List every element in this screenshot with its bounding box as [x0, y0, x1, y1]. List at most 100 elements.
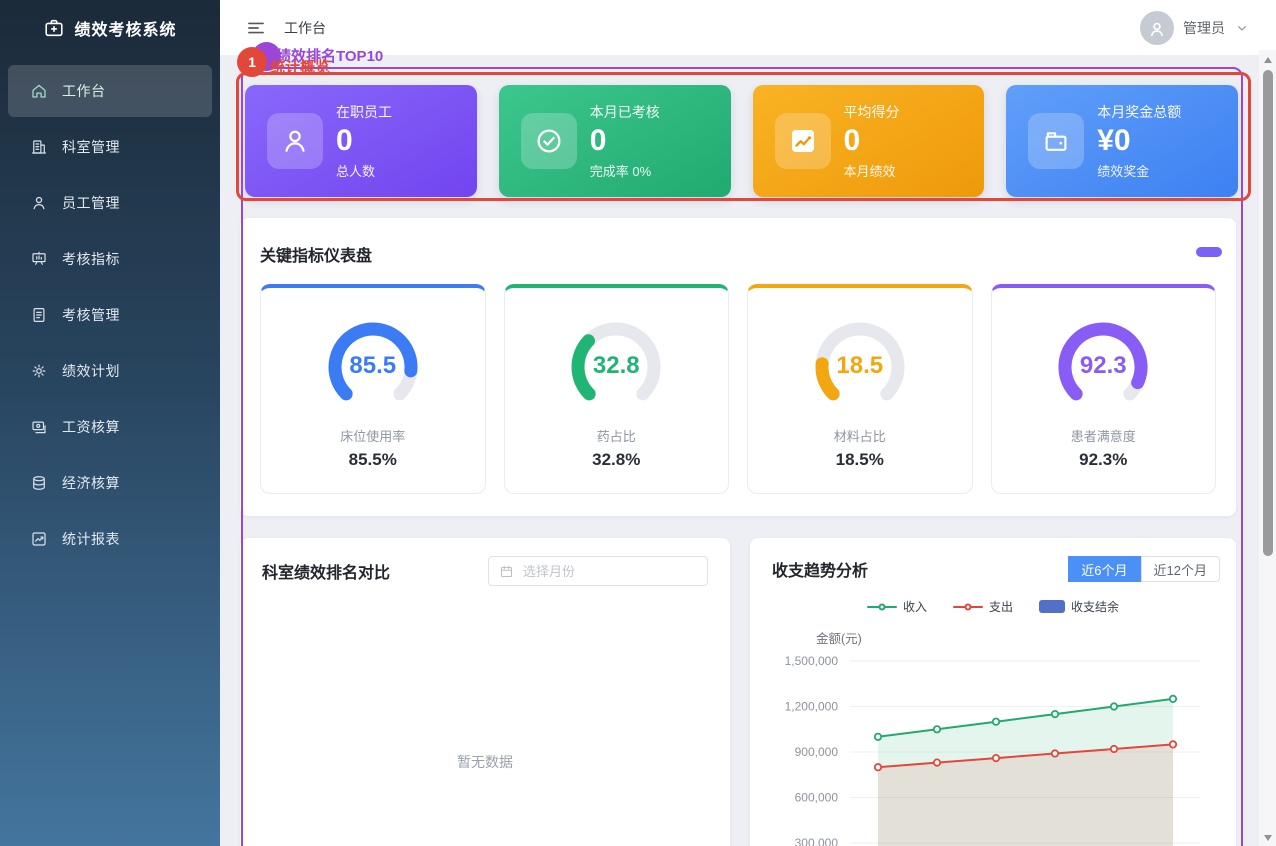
sidebar-item[interactable]: 绩效计划 [8, 345, 212, 397]
plan-icon [30, 362, 48, 380]
stat-text: 在职员工 0 总人数 [336, 102, 392, 180]
medkit-icon [43, 17, 65, 39]
stat-title: 本月奖金总额 [1097, 102, 1181, 122]
legend-label: 支出 [989, 598, 1013, 615]
scroll-down-button[interactable] [1264, 835, 1272, 841]
ranking-header: 科室绩效排名对比 [240, 538, 730, 586]
stat-text: 本月已考核 0 完成率 0% [590, 102, 660, 180]
sidebar-item[interactable]: 经济核算 [8, 457, 212, 509]
trend-panel: 收支趋势分析 近6个月近12个月 收入 支出 [750, 538, 1236, 846]
avatar [1140, 11, 1174, 45]
sidebar: 绩效考核系统 工作台 科室管理 员工管理 考核指标 考核管理 [0, 0, 220, 846]
svg-text:900,000: 900,000 [795, 745, 839, 759]
legend-label: 收入 [903, 598, 927, 615]
stat-subtitle: 完成率 0% [590, 161, 660, 180]
main-content: 在职员工 0 总人数 本月已考核 0 完成率 0% 平均得分 0 [220, 56, 1276, 846]
trend-chart: 金额(元)1,500,0001,200,000900,000600,000300… [750, 623, 1236, 846]
sidebar-item-label: 科室管理 [62, 137, 120, 157]
gauge-percent: 32.8% [592, 450, 640, 470]
trend-icon [775, 113, 831, 169]
stat-value: 0 [844, 124, 900, 159]
sidebar-item-label: 绩效计划 [62, 361, 120, 381]
ranking-panel: 科室绩效排名对比 暂无数据 [240, 538, 730, 846]
range-button[interactable]: 近6个月 [1068, 556, 1140, 582]
stat-card: 本月奖金总额 ¥0 绩效奖金 [1006, 85, 1238, 197]
gauge-percent: 85.5% [349, 450, 397, 470]
stat-subtitle: 绩效奖金 [1097, 161, 1181, 180]
decoration-pill [1196, 247, 1222, 257]
gauge-card: 92.3 患者满意度 92.3% [991, 284, 1217, 494]
user-menu[interactable]: 管理员 [1140, 11, 1250, 45]
sidebar-item-label: 工资核算 [62, 417, 120, 437]
wallet-icon [1028, 113, 1084, 169]
month-input[interactable] [521, 563, 697, 580]
gauge-label: 床位使用率 [340, 426, 405, 445]
sidebar-item[interactable]: 员工管理 [8, 177, 212, 229]
legend-item[interactable]: 收支结余 [1039, 598, 1119, 615]
svg-text:300,000: 300,000 [795, 836, 839, 846]
svg-text:1,200,000: 1,200,000 [785, 700, 839, 714]
topbar-left: 工作台 [246, 18, 326, 38]
sidebar-item[interactable]: 科室管理 [8, 121, 212, 173]
stat-value: ¥0 [1097, 124, 1181, 159]
sidebar-item[interactable]: 考核指标 [8, 233, 212, 285]
sidebar-item-label: 考核管理 [62, 305, 120, 325]
kpi-panel: 关键指标仪表盘 85.5 床位使用率 85.5% 32.8 药占比 32.8% … [240, 218, 1236, 516]
stat-card: 平均得分 0 本月绩效 [753, 85, 985, 197]
legend-item[interactable]: 支出 [953, 598, 1013, 615]
stat-value: 0 [590, 124, 660, 159]
chevron-down-icon [1234, 20, 1250, 36]
scrollbar[interactable] [1259, 50, 1276, 846]
menu-collapse-icon[interactable] [246, 18, 266, 38]
gauge-label: 药占比 [597, 426, 636, 445]
gauge: 85.5 [313, 310, 433, 410]
ranking-title: 科室绩效排名对比 [262, 559, 390, 583]
svg-text:金额(元): 金额(元) [816, 631, 862, 646]
sidebar-item-label: 考核指标 [62, 249, 120, 269]
report-icon [30, 530, 48, 548]
legend-bar-symbol [1039, 600, 1065, 613]
department-icon [30, 138, 48, 156]
stat-text: 平均得分 0 本月绩效 [844, 102, 900, 180]
gauge: 92.3 [1043, 310, 1163, 410]
assessment-icon [30, 306, 48, 324]
stat-subtitle: 总人数 [336, 161, 392, 180]
range-button[interactable]: 近12个月 [1141, 556, 1220, 582]
svg-text:1,500,000: 1,500,000 [785, 654, 839, 668]
sidebar-item[interactable]: 考核管理 [8, 289, 212, 341]
check-circle-icon [521, 113, 577, 169]
employee-icon [30, 194, 48, 212]
stat-title: 平均得分 [844, 102, 900, 122]
avatar-icon [1146, 18, 1168, 40]
sidebar-item[interactable]: 工资核算 [8, 401, 212, 453]
legend-item[interactable]: 收入 [867, 598, 927, 615]
topbar: 工作台 管理员 [220, 0, 1276, 56]
scroll-thumb[interactable] [1263, 70, 1273, 556]
sidebar-item[interactable]: 统计报表 [8, 513, 212, 565]
app-title: 绩效考核系统 [74, 16, 176, 40]
stat-text: 本月奖金总额 ¥0 绩效奖金 [1097, 102, 1181, 180]
gauge-card: 18.5 材料占比 18.5% [747, 284, 973, 494]
gauge: 18.5 [800, 310, 920, 410]
sidebar-item-label: 统计报表 [62, 529, 120, 549]
month-picker[interactable] [488, 556, 708, 586]
stat-card: 在职员工 0 总人数 [245, 85, 477, 197]
stat-title: 在职员工 [336, 102, 392, 122]
indicator-icon [30, 250, 48, 268]
scroll-up-button[interactable] [1264, 57, 1272, 63]
sidebar-item-label: 工作台 [62, 81, 106, 101]
empty-state: 暂无数据 [240, 752, 730, 772]
sidebar-item[interactable]: 工作台 [8, 65, 212, 117]
stat-title: 本月已考核 [590, 102, 660, 122]
gauge-row: 85.5 床位使用率 85.5% 32.8 药占比 32.8% 18.5 材料占… [260, 284, 1216, 494]
trend-header: 收支趋势分析 近6个月近12个月 [750, 538, 1236, 582]
legend-line-symbol [867, 601, 897, 613]
calendar-icon [499, 564, 514, 579]
stat-card: 本月已考核 0 完成率 0% [499, 85, 731, 197]
gauge-card: 85.5 床位使用率 85.5% [260, 284, 486, 494]
kpi-section-title: 关键指标仪表盘 [260, 242, 1216, 266]
breadcrumb: 工作台 [284, 18, 326, 38]
range-toggle: 近6个月近12个月 [1068, 556, 1220, 582]
app-root: 绩效考核系统 工作台 科室管理 员工管理 考核指标 考核管理 [0, 0, 1276, 846]
stats-row: 在职员工 0 总人数 本月已考核 0 完成率 0% 平均得分 0 [245, 85, 1238, 197]
